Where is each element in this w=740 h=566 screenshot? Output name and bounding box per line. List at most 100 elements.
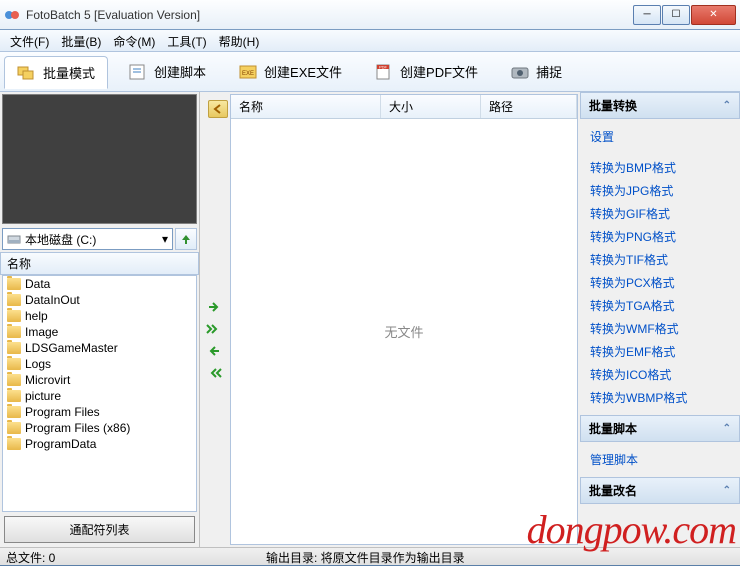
file-list-panel: 名称 大小 路径 无文件	[230, 94, 578, 545]
manage-script-link[interactable]: 管理脚本	[590, 448, 730, 471]
convert-format-link[interactable]: 转换为WMF格式	[590, 317, 730, 340]
folder-icon	[7, 278, 21, 290]
folder-item[interactable]: Program Files (x86)	[3, 420, 196, 436]
folder-item[interactable]: Program Files	[3, 404, 196, 420]
minimize-button[interactable]: ─	[633, 5, 661, 25]
convert-format-link[interactable]: 转换为WBMP格式	[590, 386, 730, 409]
convert-format-link[interactable]: 转换为PNG格式	[590, 225, 730, 248]
menu-batch[interactable]: 批量(B)	[55, 30, 107, 51]
app-icon	[4, 7, 20, 23]
file-list-body[interactable]: 无文件	[231, 119, 577, 544]
convert-format-link[interactable]: 转换为TIF格式	[590, 248, 730, 271]
section-body-convert: 设置 转换为BMP格式转换为JPG格式转换为GIF格式转换为PNG格式转换为TI…	[580, 119, 740, 415]
section-title: 批量脚本	[589, 420, 637, 437]
folder-item[interactable]: Microvirt	[3, 372, 196, 388]
left-panel: 本地磁盘 (C:) ▾ 名称 DataDataInOuthelp Image LDS…	[0, 92, 200, 547]
chevron-icon: ⌃	[723, 100, 731, 111]
convert-format-link[interactable]: 转换为GIF格式	[590, 202, 730, 225]
folder-item[interactable]: help	[3, 308, 196, 324]
folder-item[interactable]: LDSGameMaster	[3, 340, 196, 356]
column-size[interactable]: 大小	[381, 95, 481, 118]
preview-pane	[2, 94, 197, 224]
remove-all-button[interactable]	[205, 366, 223, 380]
convert-format-link[interactable]: 转换为PCX格式	[590, 271, 730, 294]
section-title: 批量改名	[589, 482, 637, 499]
add-single-button[interactable]	[205, 300, 223, 314]
menubar: 文件(F) 批量(B) 命令(M) 工具(T) 帮助(H)	[0, 30, 740, 52]
transfer-arrows	[200, 92, 228, 547]
convert-format-link[interactable]: 转换为TGA格式	[590, 294, 730, 317]
section-header-script[interactable]: 批量脚本 ⌃	[580, 415, 740, 442]
folder-up-button[interactable]	[175, 228, 197, 250]
convert-format-link[interactable]: 转换为EMF格式	[590, 340, 730, 363]
maximize-button[interactable]: ☐	[662, 5, 690, 25]
tab-batch-mode[interactable]: 批量模式	[4, 56, 108, 89]
tab-create-exe[interactable]: EXE 创建EXE文件	[226, 56, 354, 87]
window-title: FotoBatch 5 [Evaluation Version]	[26, 8, 633, 22]
exe-icon: EXE	[238, 63, 258, 81]
close-button[interactable]: ✕	[691, 5, 736, 25]
empty-message: 无文件	[384, 322, 423, 341]
folder-name: LDSGameMaster	[25, 341, 118, 355]
folder-icon	[7, 310, 21, 322]
add-all-button[interactable]	[205, 322, 223, 336]
folder-item[interactable]: Data	[3, 276, 196, 292]
file-list-header: 名称 大小 路径	[231, 95, 577, 119]
content-area: 本地磁盘 (C:) ▾ 名称 DataDataInOuthelp Image LDS…	[0, 92, 740, 547]
status-total-files: 总文件: 0	[6, 549, 266, 564]
chevron-icon: ⌃	[723, 423, 731, 434]
tab-label: 创建EXE文件	[264, 62, 342, 81]
folder-item[interactable]: ProgramData	[3, 436, 196, 452]
folder-name: Program Files (x86)	[25, 421, 130, 435]
folder-name: ProgramData	[25, 437, 96, 451]
wildcard-list-button[interactable]: 通配符列表	[4, 516, 195, 543]
tab-label: 创建PDF文件	[400, 62, 478, 81]
window-controls: ─ ☐ ✕	[633, 5, 736, 25]
folder-item[interactable]: Logs	[3, 356, 196, 372]
section-header-convert[interactable]: 批量转换 ⌃	[580, 92, 740, 119]
folder-item[interactable]: picture	[3, 388, 196, 404]
convert-format-link[interactable]: 转换为BMP格式	[590, 156, 730, 179]
batch-icon	[17, 64, 37, 82]
drive-select[interactable]: 本地磁盘 (C:) ▾	[2, 228, 173, 250]
tab-capture[interactable]: 捕捉	[498, 56, 574, 87]
folder-item[interactable]: DataInOut	[3, 292, 196, 308]
folder-list-header[interactable]: 名称	[0, 252, 199, 275]
camera-icon	[510, 63, 530, 81]
convert-format-link[interactable]: 转换为ICO格式	[590, 363, 730, 386]
folder-icon	[7, 358, 21, 370]
status-output-dir: 输出目录: 将原文件目录作为输出目录	[266, 549, 465, 564]
toolbar-tabs: 批量模式 创建脚本 EXE 创建EXE文件 PDF 创建PDF文件 捕捉	[0, 52, 740, 92]
folder-icon	[7, 422, 21, 434]
folder-icon	[7, 406, 21, 418]
svg-text:EXE: EXE	[242, 71, 254, 77]
column-name[interactable]: 名称	[231, 95, 381, 118]
menu-help[interactable]: 帮助(H)	[213, 30, 266, 51]
folder-icon	[7, 374, 21, 386]
folder-name: picture	[25, 389, 61, 403]
folder-name: help	[25, 309, 48, 323]
main-window: FotoBatch 5 [Evaluation Version] ─ ☐ ✕ 文…	[0, 0, 740, 565]
folder-list[interactable]: DataDataInOuthelp Image LDSGameMasterLogsM…	[2, 275, 197, 512]
folder-icon	[7, 342, 21, 354]
folder-name: Data	[25, 277, 50, 291]
folder-name: Image	[25, 325, 58, 339]
folder-icon	[7, 294, 21, 306]
collapse-preview-button[interactable]	[208, 100, 228, 118]
column-path[interactable]: 路径	[481, 95, 577, 118]
right-panel: 批量转换 ⌃ 设置 转换为BMP格式转换为JPG格式转换为GIF格式转换为PNG…	[580, 92, 740, 547]
pdf-icon: PDF	[374, 63, 394, 81]
menu-tools[interactable]: 工具(T)	[161, 30, 212, 51]
menu-command[interactable]: 命令(M)	[107, 30, 161, 51]
remove-single-button[interactable]	[205, 344, 223, 358]
folder-icon	[7, 438, 21, 450]
settings-link[interactable]: 设置	[590, 125, 730, 148]
convert-format-link[interactable]: 转换为JPG格式	[590, 179, 730, 202]
folder-name: Program Files	[25, 405, 100, 419]
tab-create-script[interactable]: 创建脚本	[116, 56, 218, 87]
folder-icon	[7, 390, 21, 402]
folder-item[interactable]: Image	[3, 324, 196, 340]
tab-create-pdf[interactable]: PDF 创建PDF文件	[362, 56, 490, 87]
section-header-rename[interactable]: 批量改名 ⌃	[580, 477, 740, 504]
menu-file[interactable]: 文件(F)	[4, 30, 55, 51]
